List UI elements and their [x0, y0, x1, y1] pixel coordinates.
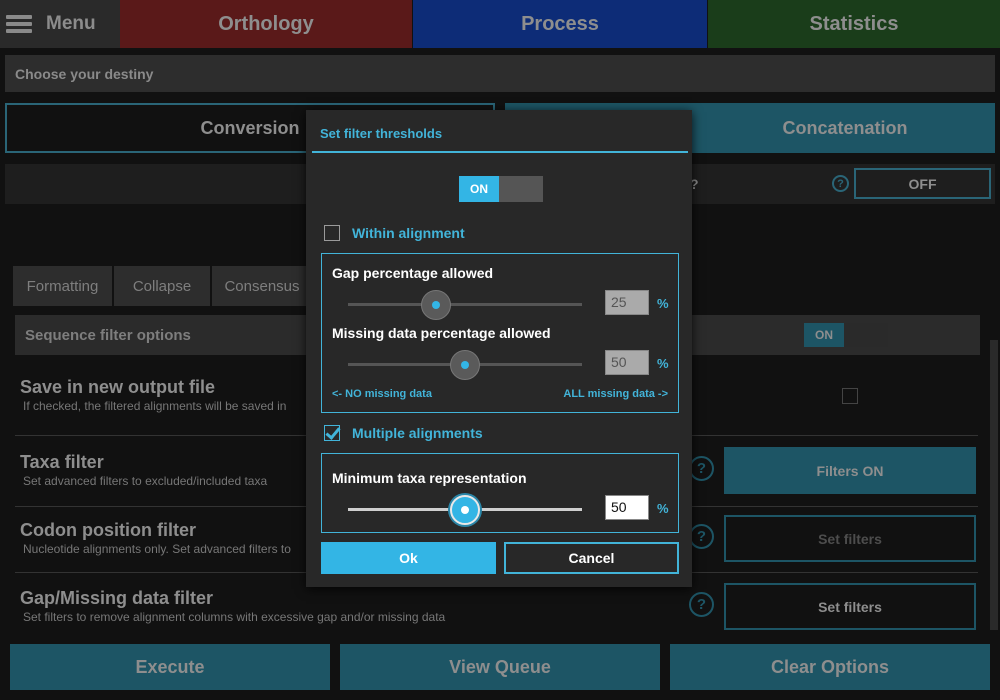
- ok-button[interactable]: Ok: [321, 542, 496, 574]
- master-toggle[interactable]: ON: [459, 176, 543, 202]
- slider-thumb[interactable]: [450, 495, 480, 525]
- taxa-filter-title: Taxa filter: [20, 452, 104, 472]
- menu-label: Menu: [46, 13, 96, 34]
- minimum-taxa-input[interactable]: 50: [605, 495, 649, 520]
- sequence-filter-label: Sequence filter options: [25, 327, 191, 344]
- taxa-filter-subtitle: Set advanced filters to excluded/include…: [23, 474, 268, 488]
- codon-set-filters-button[interactable]: Set filters: [724, 515, 976, 562]
- within-alignment-checkbox-row[interactable]: Within alignment: [324, 225, 465, 241]
- all-missing-data-hint: ALL missing data ->: [563, 388, 668, 400]
- dialog-title-divider: [312, 151, 688, 153]
- clear-options-button[interactable]: Clear Options: [670, 644, 990, 690]
- dialog-title: Set filter thresholds: [320, 126, 443, 141]
- view-queue-button[interactable]: View Queue: [340, 644, 660, 690]
- percent-unit: %: [657, 296, 669, 311]
- within-alignment-checkbox[interactable]: [324, 225, 340, 241]
- codon-filter-subtitle: Nucleotide alignments only. Set advanced…: [23, 542, 291, 556]
- minimum-taxa-label: Minimum taxa representation: [332, 470, 527, 486]
- scrollbar[interactable]: [990, 340, 998, 630]
- tab-orthology[interactable]: Orthology: [120, 0, 412, 48]
- missing-data-percentage-input[interactable]: 50: [605, 350, 649, 375]
- codon-filter-title: Codon position filter: [20, 520, 196, 540]
- subtab-consensus[interactable]: Consensus: [212, 266, 312, 306]
- top-bar: Menu Orthology Process Statistics: [0, 0, 1000, 48]
- slider-track: [348, 303, 582, 306]
- filter-thresholds-dialog: Set filter thresholds ON Within alignmen…: [306, 110, 692, 587]
- gap-percentage-label: Gap percentage allowed: [332, 265, 494, 281]
- codon-help-icon[interactable]: ?: [689, 524, 714, 549]
- gap-filter-title: Gap/Missing data filter: [20, 588, 214, 608]
- gap-help-icon[interactable]: ?: [689, 592, 714, 617]
- within-alignment-label: Within alignment: [352, 225, 465, 241]
- tab-statistics[interactable]: Statistics: [708, 0, 1000, 48]
- missing-data-percentage-slider[interactable]: [348, 350, 582, 380]
- multiple-alignments-label: Multiple alignments: [352, 425, 483, 441]
- save-option-title: Save in new output file: [20, 377, 216, 397]
- subtab-collapse[interactable]: Collapse: [114, 266, 210, 306]
- multiple-alignments-checkbox-row[interactable]: Multiple alignments: [324, 425, 483, 441]
- save-option-subtitle: If checked, the filtered alignments will…: [23, 399, 287, 413]
- cancel-button[interactable]: Cancel: [504, 542, 679, 574]
- off-toggle-button[interactable]: OFF: [854, 168, 991, 199]
- slider-thumb[interactable]: [420, 290, 451, 320]
- percent-unit: %: [657, 501, 669, 516]
- help-icon[interactable]: ?: [832, 175, 849, 192]
- taxa-filters-button[interactable]: Filters ON: [724, 447, 976, 494]
- gap-percentage-slider[interactable]: [348, 290, 582, 320]
- subtab-bar: Formatting Collapse Consensus: [13, 266, 314, 306]
- multiple-alignments-panel: Minimum taxa representation 50 %: [321, 453, 679, 533]
- gap-percentage-input[interactable]: 25: [605, 290, 649, 315]
- subtab-formatting[interactable]: Formatting: [13, 266, 112, 306]
- gap-set-filters-button[interactable]: Set filters: [724, 583, 976, 630]
- percent-unit: %: [657, 356, 669, 371]
- toggle-on-label: ON: [804, 323, 844, 347]
- destiny-header: Choose your destiny: [5, 55, 995, 92]
- minimum-taxa-slider[interactable]: [348, 495, 582, 525]
- execute-button[interactable]: Execute: [10, 644, 330, 690]
- concatenation-label: Concatenation: [782, 117, 908, 138]
- hamburger-icon: [6, 15, 32, 33]
- save-checkbox[interactable]: [842, 388, 858, 404]
- toggle-on-label: ON: [459, 176, 499, 202]
- multiple-alignments-checkbox[interactable]: [324, 425, 340, 441]
- no-missing-data-hint: <- NO missing data: [332, 388, 432, 400]
- within-alignment-panel: Gap percentage allowed 25 % Missing data…: [321, 253, 679, 413]
- missing-data-percentage-label: Missing data percentage allowed: [332, 325, 551, 341]
- slider-thumb[interactable]: [450, 350, 480, 380]
- menu-button[interactable]: Menu: [0, 0, 120, 48]
- tab-process[interactable]: Process: [413, 0, 707, 48]
- taxa-help-icon[interactable]: ?: [689, 456, 714, 481]
- sequence-filter-toggle[interactable]: ON: [804, 323, 888, 347]
- gap-filter-subtitle: Set filters to remove alignment columns …: [23, 610, 446, 624]
